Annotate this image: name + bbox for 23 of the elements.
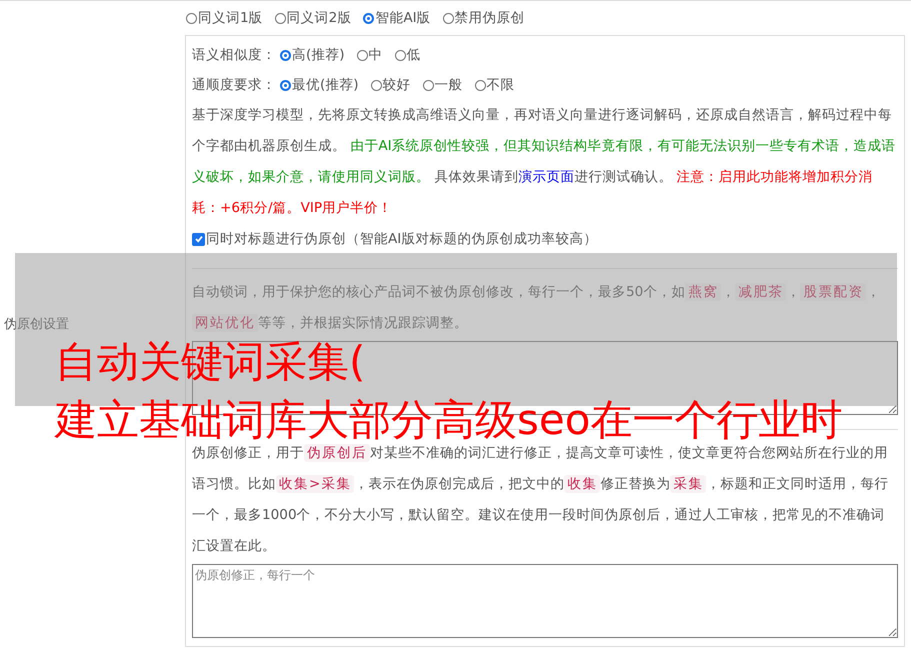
caption-text: 建立基础词库大部分高级seo在一个行业时 [55, 398, 842, 442]
option-radio[interactable]: 一般 [422, 76, 463, 94]
setting-label: 语义相似度： [192, 46, 276, 64]
mode-radio[interactable]: 同义词1版 [186, 9, 263, 27]
option-radio[interactable]: 高(推荐) [280, 46, 345, 64]
checkmark-icon [194, 234, 204, 244]
mode-radio[interactable]: 智能AI版 [363, 9, 431, 27]
option-radio[interactable]: 较好 [370, 76, 411, 94]
option-radio[interactable]: 最优(推荐) [280, 76, 359, 94]
option-radio[interactable]: 中 [356, 46, 383, 64]
option-radio[interactable]: 低 [394, 46, 421, 64]
mode-radio[interactable]: 同义词2版 [274, 9, 352, 27]
option-radio[interactable]: 不限 [474, 76, 515, 94]
ai-description: 基于深度学习模型，先将原文转换成高维语义向量，再对语义向量进行逐词解码，还原成自然语言，解码过程中每个字都由机器原创生成。 由于AI系统原创性较强，但其知识结构毕竟有限，有可能无法识别一些专有术语，造成语义破坏，如果介意，请使用同义词版。 具体效果请到演示页面进行测试确认。 注意：启用此功能将增加积分消耗：+6积分/篇。VIP用户半价！ [192, 106, 897, 218]
title-checkbox[interactable]: 同时对标题进行伪原创（智能AI版对标题的伪原创成功率较高） [192, 224, 598, 254]
corrections-description: 伪原创修正，用于 伪原创后 对某些不准确的词汇进行修正，提高文章可读性，使文章更符合您网站所在行业的用语习惯。比如 收集>采集 ，表示在伪原创完成后，把文中的 收集 修正替换为 采集 ，标题和正文同时适用，每行一个，最多1000个，不分大小写，默认留空。建议在使用一段时间伪原创后，通过人工审核，把常见的不准确词汇设置在此。 [192, 443, 890, 556]
mode-radio[interactable]: 禁用伪原创 [442, 9, 525, 27]
section-label: 伪原创设置 [4, 316, 69, 332]
setting-label: 通顺度要求： [192, 76, 276, 94]
caption-text: 自动关键词采集( [55, 340, 366, 384]
lock-words-description: 自动锁词，用于保护您的核心产品词不被伪原创修改，每行一个，最多50个，如 燕窝 ， 减肥茶 ， 股票配资 ， 网站优化 等等，并根据实际情况跟踪调整。 [192, 282, 882, 334]
corrections-field[interactable]: 伪原创修正，每行一个 [192, 564, 898, 638]
demo-link[interactable]: 演示页面 [518, 169, 574, 185]
